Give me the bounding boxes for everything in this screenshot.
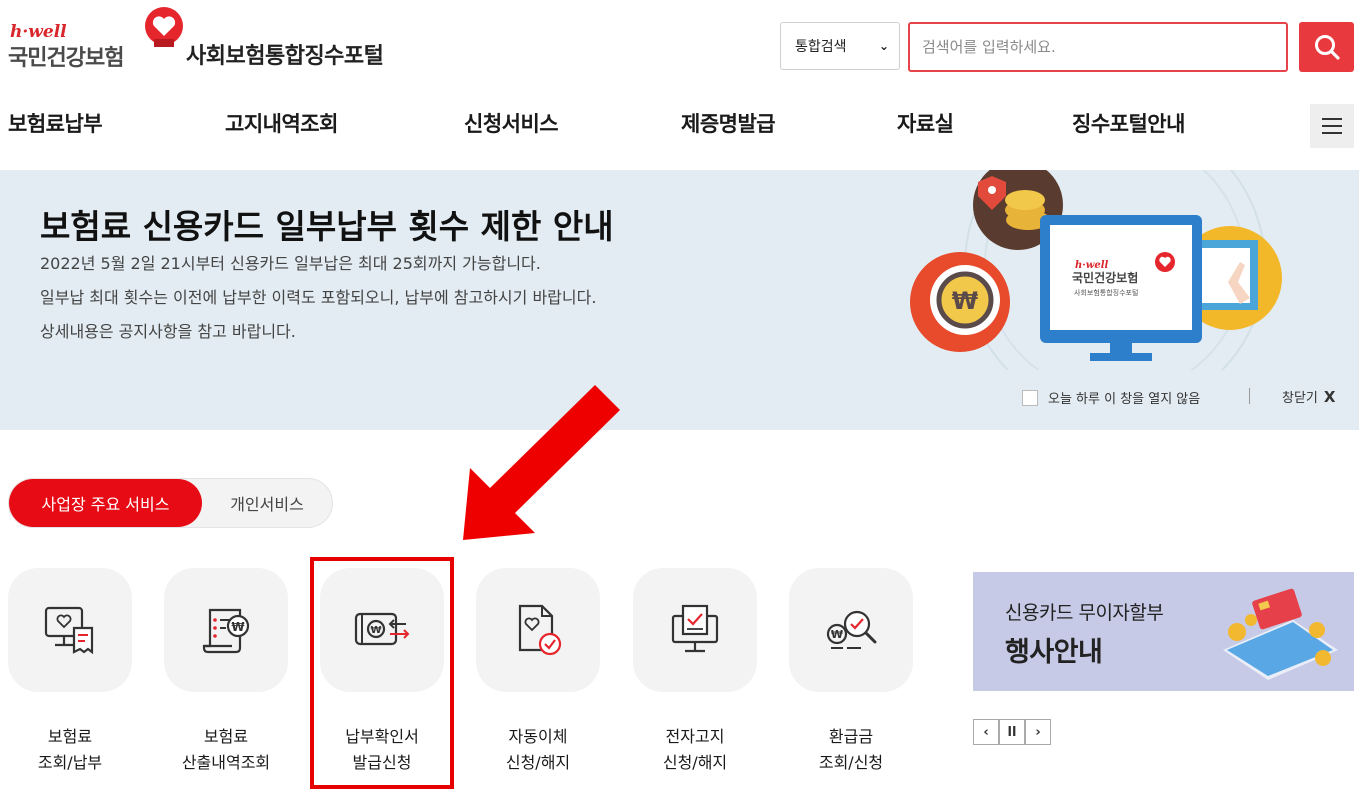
hamburger-menu-button[interactable] xyxy=(1310,104,1354,148)
search-input[interactable] xyxy=(908,22,1288,72)
banner-title: 보험료 신용카드 일부납부 횟수 제한 안내 xyxy=(40,207,614,246)
service-label-2: 신청/해지 xyxy=(505,753,571,772)
carousel-prev-button[interactable]: ‹ xyxy=(973,719,999,745)
service-label-1: 자동이체 xyxy=(508,727,568,746)
service-label-1: 보험료 xyxy=(47,727,93,746)
tab-personal-services[interactable]: 개인서비스 xyxy=(202,479,332,527)
promo-banner[interactable]: 신용카드 무이자할부 행사안내 xyxy=(973,572,1354,691)
service-e-notice[interactable]: 전자고지 신청/해지 xyxy=(633,568,757,776)
notice-banner: 보험료 신용카드 일부납부 횟수 제한 안내 2022년 5월 2일 21시부터… xyxy=(0,170,1359,430)
banner-illustration: ₩ h·well 국민건강보험 사회보험통합징수포털 xyxy=(910,170,1282,370)
service-label-1: 보험료 xyxy=(203,727,249,746)
logo-tagline: h·well xyxy=(10,22,67,42)
service-premium-calculation[interactable]: ₩ 보험료 산출내역조회 xyxy=(164,568,288,776)
heart-logo-icon xyxy=(145,7,183,47)
nav-item-notice-history[interactable]: 고지내역조회 xyxy=(225,108,338,138)
dont-show-checkbox[interactable] xyxy=(1022,389,1038,406)
nav-item-payment[interactable]: 보험료납부 xyxy=(8,108,103,138)
promo-title: 행사안내 xyxy=(1005,637,1103,668)
e-notice-monitor-icon xyxy=(671,604,719,653)
close-banner-label: 창닫기 xyxy=(1282,391,1318,406)
svg-text:국민건강보험: 국민건강보험 xyxy=(1072,270,1138,285)
divider xyxy=(1249,388,1250,404)
dont-show-today[interactable]: 오늘 하루 이 창을 열지 않음 xyxy=(1022,388,1200,407)
highlight-annotation-box xyxy=(310,557,454,789)
search-scope-select[interactable]: 통합검색 ⌄ xyxy=(780,22,900,70)
banner-line-3: 상세내용은 공지사항을 참고 바랍니다. xyxy=(40,322,296,341)
phone-credit-card-icon xyxy=(1223,588,1338,680)
service-label-2: 산출내역조회 xyxy=(181,753,271,772)
service-label-2: 신청/해지 xyxy=(662,753,728,772)
tab-business-services[interactable]: 사업장 주요 서비스 xyxy=(9,479,202,527)
search-button[interactable] xyxy=(1299,22,1354,72)
auto-transfer-document-icon xyxy=(518,604,562,656)
nav-item-application[interactable]: 신청서비스 xyxy=(464,108,559,138)
promo-subtitle: 신용카드 무이자할부 xyxy=(1005,602,1164,624)
logo[interactable]: h·well 국민건강보험 xyxy=(8,6,188,71)
chevron-down-icon: ⌄ xyxy=(878,39,889,53)
red-arrow-annotation xyxy=(463,385,620,540)
svg-text:h·well: h·well xyxy=(1075,260,1109,271)
banner-line-2: 일부납 최대 횟수는 이전에 납부한 이력도 포함되오니, 납부에 참고하시기 … xyxy=(40,288,597,307)
monitor-receipt-icon xyxy=(44,606,94,655)
close-icon: X xyxy=(1323,387,1336,406)
service-refund[interactable]: ₩ 환급금 조회/신청 xyxy=(789,568,913,776)
dont-show-label: 오늘 하루 이 창을 열지 않음 xyxy=(1048,392,1201,407)
carousel-next-button[interactable]: › xyxy=(1025,719,1051,745)
banner-line-1: 2022년 5월 2일 21시부터 신용카드 일부납은 최대 25회까지 가능합… xyxy=(40,254,541,273)
search-scope-value: 통합검색 xyxy=(795,39,847,55)
service-label-2: 조회/납부 xyxy=(37,753,103,772)
service-label-1: 전자고지 xyxy=(665,727,725,746)
svg-text:₩: ₩ xyxy=(231,620,245,634)
service-auto-transfer[interactable]: 자동이체 신청/해지 xyxy=(476,568,600,776)
carousel-pause-button[interactable]: ll xyxy=(999,719,1025,745)
nav-item-portal-guide[interactable]: 징수포털안내 xyxy=(1072,108,1185,138)
close-banner-button[interactable]: 창닫기 X xyxy=(1282,387,1336,407)
logo-brand: 국민건강보험 xyxy=(8,46,124,71)
svg-text:사회보험통합징수포털: 사회보험통합징수포털 xyxy=(1074,288,1138,297)
search-icon xyxy=(1314,35,1340,60)
hamburger-icon xyxy=(1322,118,1342,120)
service-premium-payment[interactable]: 보험료 조회/납부 xyxy=(8,568,132,776)
calculation-document-icon: ₩ xyxy=(202,608,250,654)
service-label-2: 조회/신청 xyxy=(818,753,884,772)
service-tabs: 사업장 주요 서비스 개인서비스 xyxy=(8,478,333,528)
nav-item-certificates[interactable]: 제증명발급 xyxy=(681,108,776,138)
portal-name: 사회보험통합징수포털 xyxy=(186,44,384,69)
main-nav: 보험료납부 고지내역조회 신청서비스 제증명발급 자료실 징수포털안내 xyxy=(0,96,1359,152)
service-label-1: 환급금 xyxy=(828,727,874,746)
svg-text:₩: ₩ xyxy=(952,287,979,315)
svg-text:₩: ₩ xyxy=(831,628,843,641)
nav-item-resources[interactable]: 자료실 xyxy=(897,108,954,138)
refund-search-icon: ₩ xyxy=(826,610,877,649)
